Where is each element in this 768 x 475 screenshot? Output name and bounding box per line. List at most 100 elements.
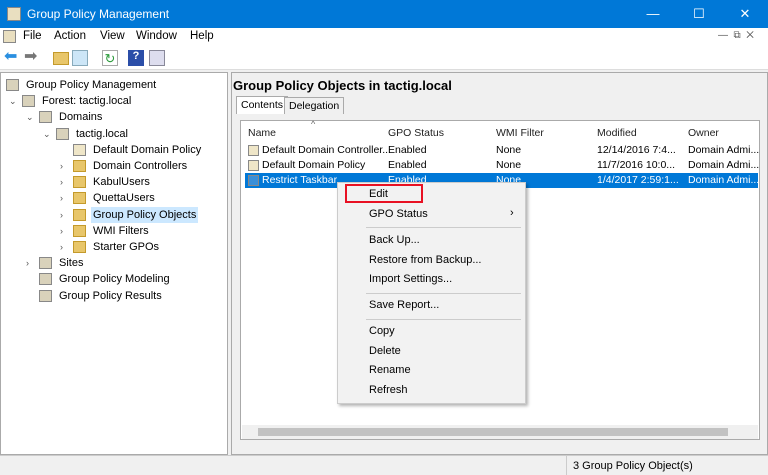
gpo-icon (248, 145, 259, 156)
expander-icon[interactable]: ⌄ (43, 126, 53, 142)
tree-item-label: Group Policy Modeling (59, 273, 170, 286)
tree-item[interactable]: › Domain Controllers (1, 158, 227, 174)
menu-action[interactable]: Action (54, 30, 86, 42)
expander-icon[interactable]: ⌄ (9, 93, 19, 109)
menu-item-edit[interactable]: Edit (369, 188, 388, 200)
tree-item-label: WMI Filters (93, 224, 149, 237)
menu-item-back-up[interactable]: Back Up... (369, 234, 420, 246)
gpo-icon (248, 175, 259, 186)
folder-icon (73, 224, 86, 237)
tree-item[interactable]: › WMI Filters (1, 223, 227, 239)
tree-item-label: Forest: tactig.local (42, 95, 132, 108)
close-button[interactable]: ✕ (722, 0, 768, 28)
help-icon[interactable]: ? (128, 50, 144, 66)
expander-icon[interactable]: › (60, 207, 70, 223)
column-wmi-filter[interactable]: WMI Filter (496, 127, 544, 139)
mdi-controls[interactable]: — ⧉ ✕ (718, 30, 754, 41)
tree-item-label: Starter GPOs (93, 241, 160, 253)
menu-item-copy[interactable]: Copy (369, 325, 395, 337)
up-folder-icon[interactable] (53, 52, 69, 65)
menu-help[interactable]: Help (190, 30, 214, 42)
tree-item-label: tactig.local (76, 127, 128, 140)
table-cell: Domain Admi... (688, 159, 760, 171)
gpo-icon (248, 160, 259, 171)
expander-icon[interactable]: › (60, 158, 70, 174)
minimize-button[interactable]: — (630, 0, 676, 28)
menu-item-refresh[interactable]: Refresh (369, 384, 408, 396)
tree-item[interactable]: › Starter GPOs (1, 239, 227, 255)
table-row[interactable]: Default Domain Controller... Enabled None 1… (245, 143, 759, 158)
menu-item-delete[interactable]: Delete (369, 345, 401, 357)
sort-ascending-icon: ^ (311, 119, 316, 129)
tree-item[interactable]: › QuettaUsers (1, 190, 227, 206)
column-owner[interactable]: Owner (688, 127, 719, 139)
submenu-arrow-icon: › (510, 207, 514, 219)
folder-icon (73, 176, 86, 189)
table-cell: Restrict Taskbar (262, 174, 338, 186)
node-icon (73, 143, 86, 156)
console-tree: Group Policy Management ⌄ Forest: tactig.l… (0, 72, 228, 455)
status-bar: 3 Group Policy Object(s) (0, 455, 768, 475)
tree-item[interactable]: ⌄ tactig.local (1, 126, 227, 142)
tab-delegation[interactable]: Delegation (284, 97, 345, 114)
tree-item[interactable]: Default Domain Policy (1, 142, 227, 158)
menu-item-rename[interactable]: Rename (369, 364, 411, 376)
tree-item-label: Group Policy Management (26, 79, 157, 91)
horizontal-scrollbar[interactable] (242, 425, 758, 439)
window-title: Group Policy Management (27, 7, 170, 21)
tree-item[interactable]: Group Policy Management (1, 77, 227, 93)
column-gpo-status[interactable]: GPO Status (388, 127, 444, 139)
menu-view[interactable]: View (100, 30, 125, 42)
tree-item[interactable]: ⌄ Forest: tactig.local (1, 93, 227, 109)
tree-item[interactable]: › Sites (1, 255, 227, 271)
node-icon (56, 127, 69, 140)
tree-item[interactable]: Group Policy Results (1, 288, 227, 304)
status-text: 3 Group Policy Object(s) (573, 460, 693, 472)
tree-item[interactable]: Group Policy Modeling (1, 271, 227, 287)
table-row[interactable]: Default Domain Policy Enabled None 11/7/201… (245, 158, 760, 173)
tree-item[interactable]: › KabulUsers (1, 174, 227, 190)
forward-icon[interactable]: ➡ (24, 49, 40, 66)
node-icon (39, 273, 52, 286)
expander-icon[interactable]: › (60, 239, 70, 255)
title-bar: Group Policy Management — ☐ ✕ (0, 0, 768, 28)
action-pane-icon[interactable] (149, 50, 165, 66)
expander-icon[interactable]: › (60, 174, 70, 190)
tree-item-label: KabulUsers (93, 176, 150, 189)
column-modified[interactable]: Modified (597, 127, 637, 139)
folder-icon (73, 192, 86, 205)
show-hide-tree-icon[interactable] (72, 50, 88, 66)
menu-item-save-report[interactable]: Save Report... (369, 299, 439, 311)
tree-item[interactable]: › Group Policy Objects (1, 206, 227, 223)
expander-icon[interactable]: › (60, 190, 70, 206)
node-icon (39, 111, 52, 124)
table-cell: 11/7/2016 10:0... (597, 159, 676, 171)
maximize-button[interactable]: ☐ (676, 0, 722, 28)
menu-item-gpo-status[interactable]: GPO Status (369, 208, 428, 220)
tree-item-label: Group Policy Results (59, 289, 162, 302)
menu-file[interactable]: File (23, 30, 42, 42)
expander-icon[interactable]: ⌄ (26, 109, 36, 125)
menu-item-import-settings[interactable]: Import Settings... (369, 273, 452, 285)
table-cell: None (496, 159, 522, 171)
tree-item[interactable]: ⌄ Domains (1, 109, 227, 125)
menu-item-restore[interactable]: Restore from Backup... (369, 254, 482, 266)
menu-window[interactable]: Window (136, 30, 177, 42)
expander-icon[interactable]: › (26, 255, 36, 271)
toolbar: ⬅ ➡ ↻ ? (0, 46, 768, 70)
table-cell: None (496, 144, 522, 156)
pane-title: Group Policy Objects in tactig.local (233, 78, 452, 93)
table-cell: Domain Admi... (688, 174, 760, 186)
node-icon (6, 79, 19, 91)
tree-item-label: Sites (59, 257, 84, 270)
menu-bar: File Action View Window Help — ⧉ ✕ (0, 28, 768, 46)
table-cell: Enabled (388, 144, 427, 156)
refresh-icon[interactable]: ↻ (102, 50, 118, 66)
back-icon[interactable]: ⬅ (4, 49, 20, 66)
column-name[interactable]: Name (248, 127, 276, 139)
table-cell: 1/4/2017 2:59:1... (597, 174, 679, 186)
tree-item-label: Domains (59, 111, 103, 124)
app-icon (7, 7, 21, 21)
expander-icon[interactable]: › (60, 223, 70, 239)
tab-contents[interactable]: Contents (236, 96, 289, 114)
